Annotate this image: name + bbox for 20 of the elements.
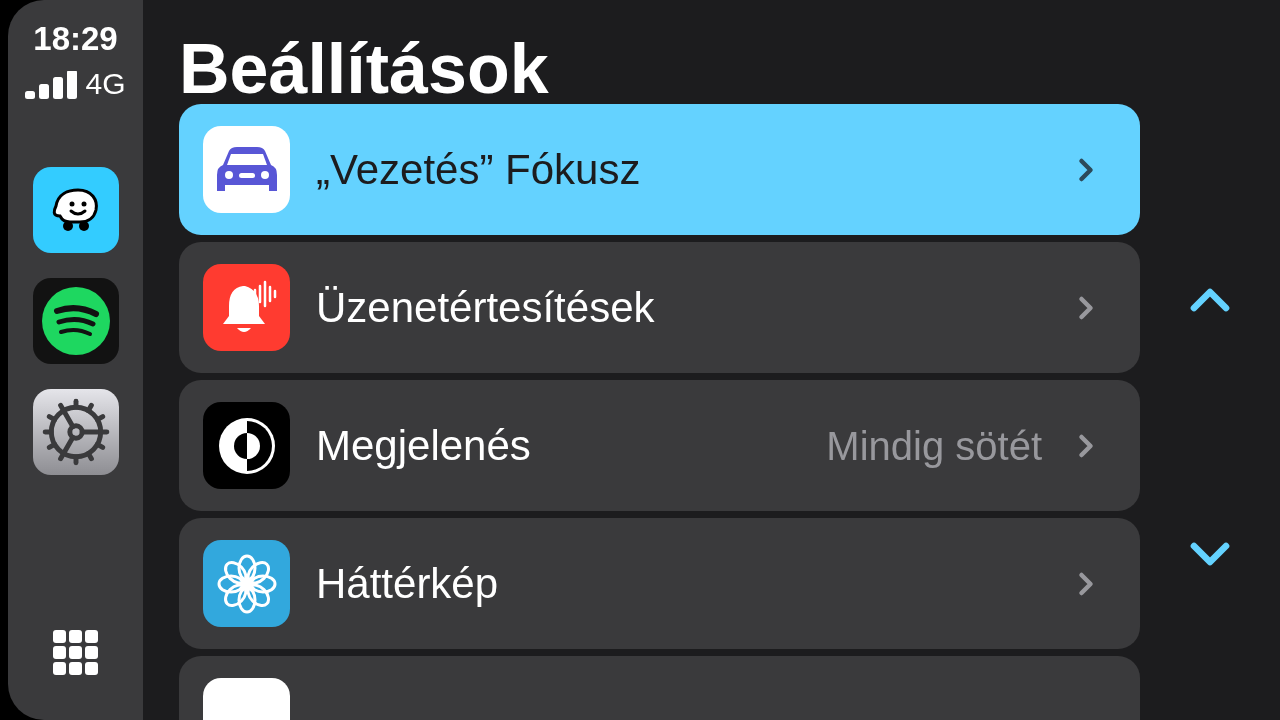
settings-row[interactable]: „Vezetés” Fókusz [179,104,1140,235]
settings-app-icon[interactable] [32,389,119,475]
row-label: Háttérkép [316,559,500,609]
signal-icon [25,71,78,99]
row-label: Megjelenés [316,421,532,471]
map-app-icon[interactable] [32,167,119,253]
settings-row[interactable]: Megjelenés Mindig sötét [179,380,1140,511]
bell-icon [203,264,290,351]
app-grid-icon[interactable] [52,630,99,676]
row-label: Üzenetértesítések [316,283,656,333]
network-label: 4G [85,69,126,99]
clock: 18:29 [33,22,118,55]
car-icon [203,126,290,213]
row-value: Mindig sötét [826,422,1042,470]
row-label: „Vezetés” Fókusz [316,145,642,195]
music-app-icon[interactable] [32,278,119,364]
flower-icon [203,540,290,627]
settings-row[interactable]: Üzenetértesítések [179,242,1140,373]
settings-row[interactable]: Háttérkép [179,518,1140,649]
page-title: Beállítások [179,29,550,104]
